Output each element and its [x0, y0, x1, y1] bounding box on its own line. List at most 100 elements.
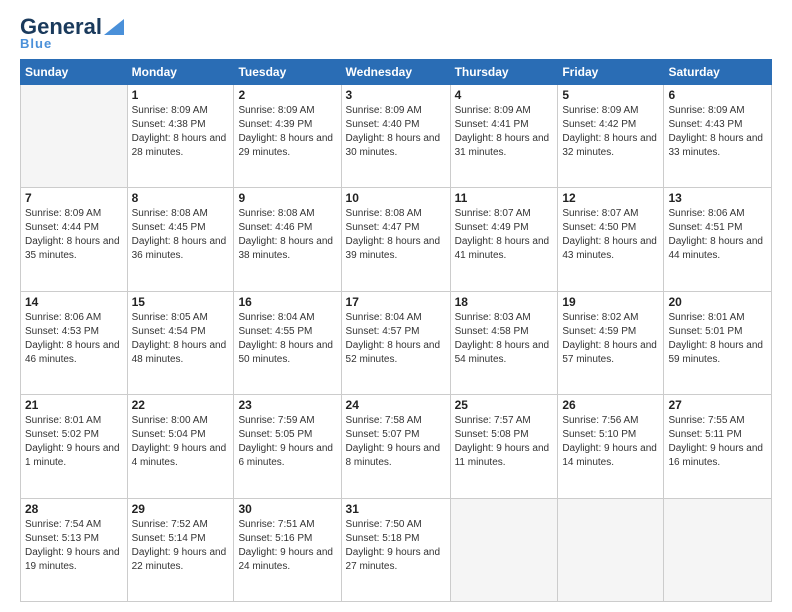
day-info: Sunrise: 8:06 AMSunset: 4:51 PMDaylight:… — [668, 207, 767, 263]
day-number: 11 — [455, 191, 554, 205]
day-info: Sunrise: 7:57 AMSunset: 5:08 PMDaylight:… — [455, 414, 554, 470]
day-cell: 20 Sunrise: 8:01 AMSunset: 5:01 PMDayligh… — [664, 291, 772, 394]
day-number: 22 — [132, 398, 230, 412]
day-info: Sunrise: 8:09 AMSunset: 4:39 PMDaylight:… — [238, 104, 336, 160]
day-info: Sunrise: 8:01 AMSunset: 5:01 PMDaylight:… — [668, 311, 767, 367]
day-cell: 6 Sunrise: 8:09 AMSunset: 4:43 PMDaylight… — [664, 85, 772, 188]
day-info: Sunrise: 8:08 AMSunset: 4:47 PMDaylight:… — [346, 207, 446, 263]
day-cell: 7Sunrise: 8:09 AMSunset: 4:44 PMDaylight… — [21, 188, 128, 291]
day-info: Sunrise: 7:56 AMSunset: 5:10 PMDaylight:… — [562, 414, 659, 470]
day-number: 25 — [455, 398, 554, 412]
day-number: 6 — [668, 88, 767, 102]
day-number: 26 — [562, 398, 659, 412]
day-cell: 14 Sunrise: 8:06 AMSunset: 4:53 PMDayligh… — [21, 291, 128, 394]
day-cell: 27Sunrise: 7:55 AMSunset: 5:11 PMDayligh… — [664, 395, 772, 498]
day-cell: 4 Sunrise: 8:09 AMSunset: 4:41 PMDaylight… — [450, 85, 558, 188]
day-info: Sunrise: 8:00 AMSunset: 5:04 PMDaylight:… — [132, 414, 230, 470]
day-cell: 26 Sunrise: 7:56 AMSunset: 5:10 PMDayligh… — [558, 395, 664, 498]
day-cell: 9 Sunrise: 8:08 AMSunset: 4:46 PMDaylight… — [234, 188, 341, 291]
day-info: Sunrise: 8:06 AMSunset: 4:53 PMDaylight:… — [25, 311, 123, 367]
week-row-5: 28Sunrise: 7:54 AMSunset: 5:13 PMDayligh… — [21, 498, 772, 601]
day-number: 30 — [238, 502, 336, 516]
day-info: Sunrise: 8:09 AMSunset: 4:38 PMDaylight:… — [132, 104, 230, 160]
day-number: 29 — [132, 502, 230, 516]
day-info: Sunrise: 8:09 AMSunset: 4:41 PMDaylight:… — [455, 104, 554, 160]
day-cell — [21, 85, 128, 188]
day-number: 23 — [238, 398, 336, 412]
day-number: 18 — [455, 295, 554, 309]
day-info: Sunrise: 8:09 AMSunset: 4:43 PMDaylight:… — [668, 104, 767, 160]
day-info: Sunrise: 7:52 AMSunset: 5:14 PMDaylight:… — [132, 518, 230, 574]
weekday-header-saturday: Saturday — [664, 60, 772, 85]
day-cell: 1 Sunrise: 8:09 AMSunset: 4:38 PMDaylight… — [127, 85, 234, 188]
logo-icon — [104, 15, 124, 35]
day-number: 1 — [132, 88, 230, 102]
day-number: 9 — [238, 191, 336, 205]
day-cell: 21 Sunrise: 8:01 AMSunset: 5:02 PMDayligh… — [21, 395, 128, 498]
day-cell: 16 Sunrise: 8:04 AMSunset: 4:55 PMDayligh… — [234, 291, 341, 394]
week-row-1: 1 Sunrise: 8:09 AMSunset: 4:38 PMDaylight… — [21, 85, 772, 188]
day-number: 12 — [562, 191, 659, 205]
weekday-header-row: SundayMondayTuesdayWednesdayThursdayFrid… — [21, 60, 772, 85]
day-info: Sunrise: 8:09 AMSunset: 4:42 PMDaylight:… — [562, 104, 659, 160]
day-cell: 18Sunrise: 8:03 AMSunset: 4:58 PMDayligh… — [450, 291, 558, 394]
day-number: 10 — [346, 191, 446, 205]
day-cell: 2Sunrise: 8:09 AMSunset: 4:39 PMDaylight… — [234, 85, 341, 188]
day-info: Sunrise: 8:04 AMSunset: 4:55 PMDaylight:… — [238, 311, 336, 367]
weekday-header-wednesday: Wednesday — [341, 60, 450, 85]
day-number: 28 — [25, 502, 123, 516]
day-number: 19 — [562, 295, 659, 309]
day-number: 17 — [346, 295, 446, 309]
page: General Blue SundayMondayTuesdayWednesda… — [0, 0, 792, 612]
day-number: 21 — [25, 398, 123, 412]
logo-blue: Blue — [20, 36, 52, 51]
day-number: 7 — [25, 191, 123, 205]
day-info: Sunrise: 7:59 AMSunset: 5:05 PMDaylight:… — [238, 414, 336, 470]
day-number: 20 — [668, 295, 767, 309]
day-number: 15 — [132, 295, 230, 309]
day-cell: 25 Sunrise: 7:57 AMSunset: 5:08 PMDayligh… — [450, 395, 558, 498]
day-cell: 31 Sunrise: 7:50 AMSunset: 5:18 PMDayligh… — [341, 498, 450, 601]
day-info: Sunrise: 8:02 AMSunset: 4:59 PMDaylight:… — [562, 311, 659, 367]
day-cell — [450, 498, 558, 601]
day-cell: 19 Sunrise: 8:02 AMSunset: 4:59 PMDayligh… — [558, 291, 664, 394]
day-info: Sunrise: 8:05 AMSunset: 4:54 PMDaylight:… — [132, 311, 230, 367]
logo-general: General — [20, 16, 102, 38]
day-number: 24 — [346, 398, 446, 412]
weekday-header-thursday: Thursday — [450, 60, 558, 85]
day-cell: 5Sunrise: 8:09 AMSunset: 4:42 PMDaylight… — [558, 85, 664, 188]
header: General Blue — [20, 16, 772, 51]
day-info: Sunrise: 8:08 AMSunset: 4:45 PMDaylight:… — [132, 207, 230, 263]
day-number: 8 — [132, 191, 230, 205]
weekday-header-monday: Monday — [127, 60, 234, 85]
week-row-2: 7Sunrise: 8:09 AMSunset: 4:44 PMDaylight… — [21, 188, 772, 291]
day-info: Sunrise: 8:08 AMSunset: 4:46 PMDaylight:… — [238, 207, 336, 263]
day-number: 14 — [25, 295, 123, 309]
day-cell — [558, 498, 664, 601]
day-cell: 28Sunrise: 7:54 AMSunset: 5:13 PMDayligh… — [21, 498, 128, 601]
week-row-3: 14 Sunrise: 8:06 AMSunset: 4:53 PMDayligh… — [21, 291, 772, 394]
day-number: 4 — [455, 88, 554, 102]
day-number: 27 — [668, 398, 767, 412]
day-cell: 11 Sunrise: 8:07 AMSunset: 4:49 PMDayligh… — [450, 188, 558, 291]
weekday-header-friday: Friday — [558, 60, 664, 85]
day-info: Sunrise: 7:50 AMSunset: 5:18 PMDaylight:… — [346, 518, 446, 574]
weekday-header-sunday: Sunday — [21, 60, 128, 85]
day-number: 3 — [346, 88, 446, 102]
day-cell: 15 Sunrise: 8:05 AMSunset: 4:54 PMDayligh… — [127, 291, 234, 394]
day-info: Sunrise: 8:01 AMSunset: 5:02 PMDaylight:… — [25, 414, 123, 470]
day-cell: 8 Sunrise: 8:08 AMSunset: 4:45 PMDaylight… — [127, 188, 234, 291]
day-number: 31 — [346, 502, 446, 516]
day-info: Sunrise: 8:09 AMSunset: 4:40 PMDaylight:… — [346, 104, 446, 160]
day-info: Sunrise: 8:07 AMSunset: 4:49 PMDaylight:… — [455, 207, 554, 263]
week-row-4: 21 Sunrise: 8:01 AMSunset: 5:02 PMDayligh… — [21, 395, 772, 498]
day-number: 16 — [238, 295, 336, 309]
logo: General Blue — [20, 16, 124, 51]
day-cell: 30Sunrise: 7:51 AMSunset: 5:16 PMDayligh… — [234, 498, 341, 601]
day-info: Sunrise: 8:07 AMSunset: 4:50 PMDaylight:… — [562, 207, 659, 263]
day-cell: 10 Sunrise: 8:08 AMSunset: 4:47 PMDayligh… — [341, 188, 450, 291]
calendar-table: SundayMondayTuesdayWednesdayThursdayFrid… — [20, 59, 772, 602]
day-cell: 3 Sunrise: 8:09 AMSunset: 4:40 PMDaylight… — [341, 85, 450, 188]
weekday-header-tuesday: Tuesday — [234, 60, 341, 85]
day-cell: 22 Sunrise: 8:00 AMSunset: 5:04 PMDayligh… — [127, 395, 234, 498]
